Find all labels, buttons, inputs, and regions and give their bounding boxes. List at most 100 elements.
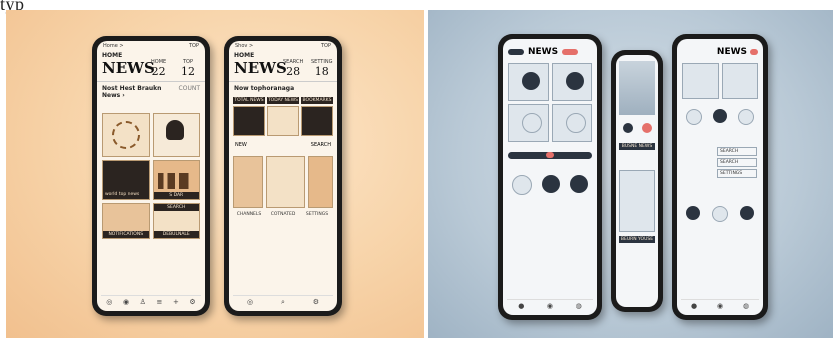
news-tile[interactable] — [233, 156, 264, 208]
category-row: TOTAL NEWS TODAY NEWS BOOKMARKS — [229, 95, 337, 106]
date-value: 28 — [286, 65, 301, 78]
bookmark-icon[interactable]: ♙ — [140, 298, 146, 306]
circle-icon[interactable] — [740, 206, 754, 220]
status-right: TOP — [320, 43, 331, 49]
date-box-1: SEARCH 28 — [283, 59, 303, 78]
menu-icon[interactable]: ≡ — [157, 298, 163, 306]
status-left: Shov > — [235, 43, 254, 49]
search-icon[interactable]: ◉ — [547, 302, 553, 310]
menu-item-settings[interactable]: SETTINGS — [717, 169, 757, 178]
news-tile[interactable] — [266, 156, 306, 208]
search-icon[interactable]: ⌕ — [281, 298, 285, 307]
settings-icon[interactable]: ◍ — [576, 302, 582, 310]
slider-handle[interactable] — [546, 152, 554, 158]
date-box-1: HOME 22 — [151, 59, 166, 78]
map-button[interactable]: BEURN YOUSE — [619, 236, 655, 243]
news-tile[interactable] — [682, 63, 719, 99]
circle-icon[interactable] — [641, 123, 652, 133]
news-button[interactable]: BUSNE NEWS — [619, 143, 655, 150]
headline-count: COUNT — [178, 85, 200, 92]
compass-icon[interactable]: ◉ — [123, 298, 129, 306]
notification-pill[interactable] — [750, 49, 758, 55]
news-tile[interactable] — [721, 63, 758, 99]
notification-pill[interactable] — [562, 49, 579, 55]
bottom-nav: ● ◉ ◍ — [681, 299, 759, 312]
news-tile[interactable] — [508, 63, 549, 101]
phone-mockup-5: NEWS SEARCH SEARCH SETTINGS ● ◉ ◍ — [672, 34, 768, 320]
category-label[interactable]: BOOKMARKS — [301, 97, 333, 104]
phone-mockup-2: Shov > TOP HOME NEWS SEARCH 28 SETTING 1… — [224, 36, 342, 316]
circle-icon[interactable] — [738, 109, 755, 125]
add-icon[interactable]: + — [173, 298, 179, 306]
phone-mockup-3: NEWS ● ◉ ◍ — [498, 34, 602, 320]
status-pill — [508, 49, 524, 55]
bottom-nav: ◎ ◉ ♙ ≡ + ⚙ — [101, 295, 201, 308]
map-image[interactable] — [619, 170, 655, 232]
settings-icon[interactable]: ⚙ — [189, 298, 195, 306]
top-cards — [677, 61, 763, 101]
news-tile[interactable] — [267, 106, 299, 136]
headline-text: Nost Hest Braukn News › — [102, 85, 162, 99]
category-label[interactable]: TOTAL NEWS — [233, 97, 265, 104]
discover-icon[interactable] — [542, 175, 560, 193]
menu-item-search[interactable]: SEARCH — [717, 147, 757, 156]
news-tile[interactable] — [152, 113, 200, 157]
saved-icon[interactable] — [512, 175, 532, 195]
home-label: HOME — [102, 52, 123, 59]
portrait-icon — [565, 72, 584, 90]
chart-icon — [522, 113, 542, 133]
search-tab[interactable]: SEARCH — [311, 142, 331, 148]
phone-screen-1: Home > TOP HOME NEWS HOME 22 TOP 12 Nost… — [97, 41, 205, 311]
headline[interactable]: Nost Hest Braukn News › COUNT — [97, 81, 205, 102]
news-tile[interactable]: world top news — [102, 160, 150, 200]
settings-icon[interactable]: ◍ — [743, 302, 749, 310]
phone-mockup-1: Home > TOP HOME NEWS HOME 22 TOP 12 Nost… — [92, 36, 210, 316]
home-icon[interactable]: ◎ — [247, 298, 253, 306]
news-tile[interactable]: SEARCH DEBULNALE — [152, 203, 200, 239]
home-icon[interactable]: ● — [691, 302, 697, 310]
phone-screen-4: BUSNE NEWS BEURN YOUSE — [616, 55, 658, 307]
status-left: Home > — [103, 43, 124, 49]
circle-icon[interactable] — [712, 206, 728, 222]
headline[interactable]: Now tophoranaga — [229, 81, 337, 95]
new-tab[interactable]: NEW — [235, 142, 247, 148]
phone-screen-5: NEWS SEARCH SEARCH SETTINGS ● ◉ ◍ — [677, 39, 763, 315]
news-tile[interactable] — [102, 113, 150, 157]
status-bar: Shov > TOP — [229, 41, 337, 51]
news-tile[interactable] — [508, 104, 549, 142]
category-label[interactable]: TODAY NEWS — [267, 97, 299, 104]
circle-icon[interactable] — [685, 109, 702, 125]
menu-item-search[interactable]: SEARCH — [717, 158, 757, 167]
phone-mockup-4: BUSNE NEWS BEURN YOUSE — [611, 50, 663, 312]
news-tile[interactable] — [551, 104, 592, 142]
icon-row — [677, 178, 763, 222]
status-bar: Home > TOP — [97, 41, 205, 51]
icon-row — [503, 167, 597, 203]
date-box-2: SETTING 18 — [311, 59, 332, 78]
circle-icon[interactable] — [712, 109, 727, 123]
settings-icon[interactable]: ⚙ — [313, 298, 319, 306]
circle-icon[interactable] — [622, 123, 633, 133]
news-tile[interactable] — [308, 156, 333, 208]
news-tile[interactable]: NOTIFICATIONS — [102, 203, 150, 239]
thumbnail-row — [229, 106, 337, 136]
date-box-2: TOP 12 — [181, 59, 195, 78]
bottom-label[interactable]: COTNATED — [267, 212, 299, 217]
circle-icon[interactable] — [686, 206, 700, 220]
slider-row[interactable] — [508, 152, 592, 159]
mid-row: NEW SEARCH — [229, 136, 337, 150]
header: NEWS — [503, 39, 597, 61]
news-tile[interactable] — [551, 63, 592, 101]
bottom-nav: ◎ ⌕ ⚙ — [233, 295, 333, 308]
bottom-label[interactable]: CHANNELS — [233, 212, 265, 217]
news-tile[interactable] — [233, 106, 265, 136]
news-tile[interactable]: S DAR — [152, 160, 200, 200]
feature-grid — [229, 150, 337, 208]
profile-icon[interactable] — [570, 175, 588, 193]
bottom-label[interactable]: SETTINGS — [301, 212, 333, 217]
search-icon[interactable]: ◉ — [717, 302, 723, 310]
home-icon[interactable]: ◎ — [106, 298, 112, 306]
home-icon[interactable]: ● — [518, 302, 524, 310]
tile-caption: world top news — [105, 192, 140, 197]
news-tile[interactable] — [301, 106, 333, 136]
